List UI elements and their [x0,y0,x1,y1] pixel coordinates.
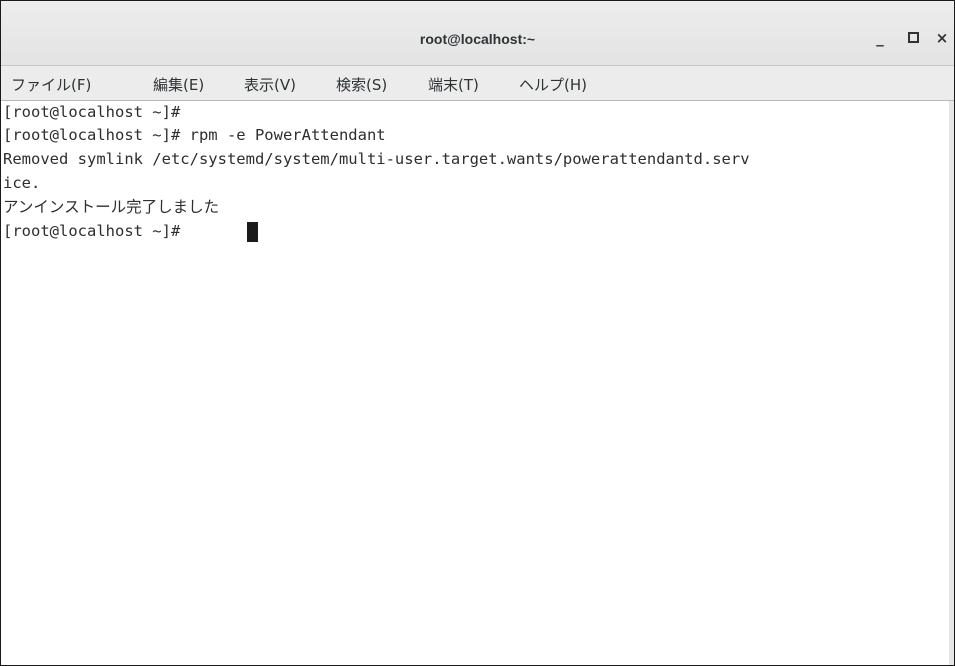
minimize-icon: _ [876,29,884,47]
menu-terminal[interactable]: 端末(T) [428,74,479,95]
maximize-icon [907,31,919,43]
terminal-prompt-line: [root@localhost ~]# [3,222,190,240]
terminal-line: アンインストール完了しました [3,198,220,216]
maximize-button[interactable] [901,25,925,51]
terminal-line: [root@localhost ~]# [3,103,181,121]
menu-edit[interactable]: 編集(E) [153,74,204,95]
menu-bar: ファイル(F) 編集(E) 表示(V) 検索(S) 端末(T) ヘルプ(H) [1,66,954,101]
close-button[interactable]: × [930,25,954,51]
terminal-cursor [247,222,258,242]
menu-view[interactable]: 表示(V) [244,74,296,95]
menu-search[interactable]: 検索(S) [336,74,387,95]
scrollbar[interactable] [949,101,954,665]
window-title: root@localhost:~ [419,31,536,47]
minimize-button[interactable]: _ [868,25,892,51]
title-bar[interactable]: root@localhost:~ _ × [1,1,954,66]
close-icon: × [935,29,949,47]
terminal-output[interactable]: [root@localhost ~]# [root@localhost ~]# … [1,101,949,665]
terminal-line: [root@localhost ~]# rpm -e PowerAttendan… [3,126,386,144]
menu-file[interactable]: ファイル(F) [11,74,91,95]
terminal-window: root@localhost:~ _ × ファイル(F) 編集(E) 表示(V)… [0,0,955,666]
terminal-line: Removed symlink /etc/systemd/system/mult… [3,150,750,168]
terminal-line: ice. [3,174,41,192]
menu-help[interactable]: ヘルプ(H) [519,74,587,95]
